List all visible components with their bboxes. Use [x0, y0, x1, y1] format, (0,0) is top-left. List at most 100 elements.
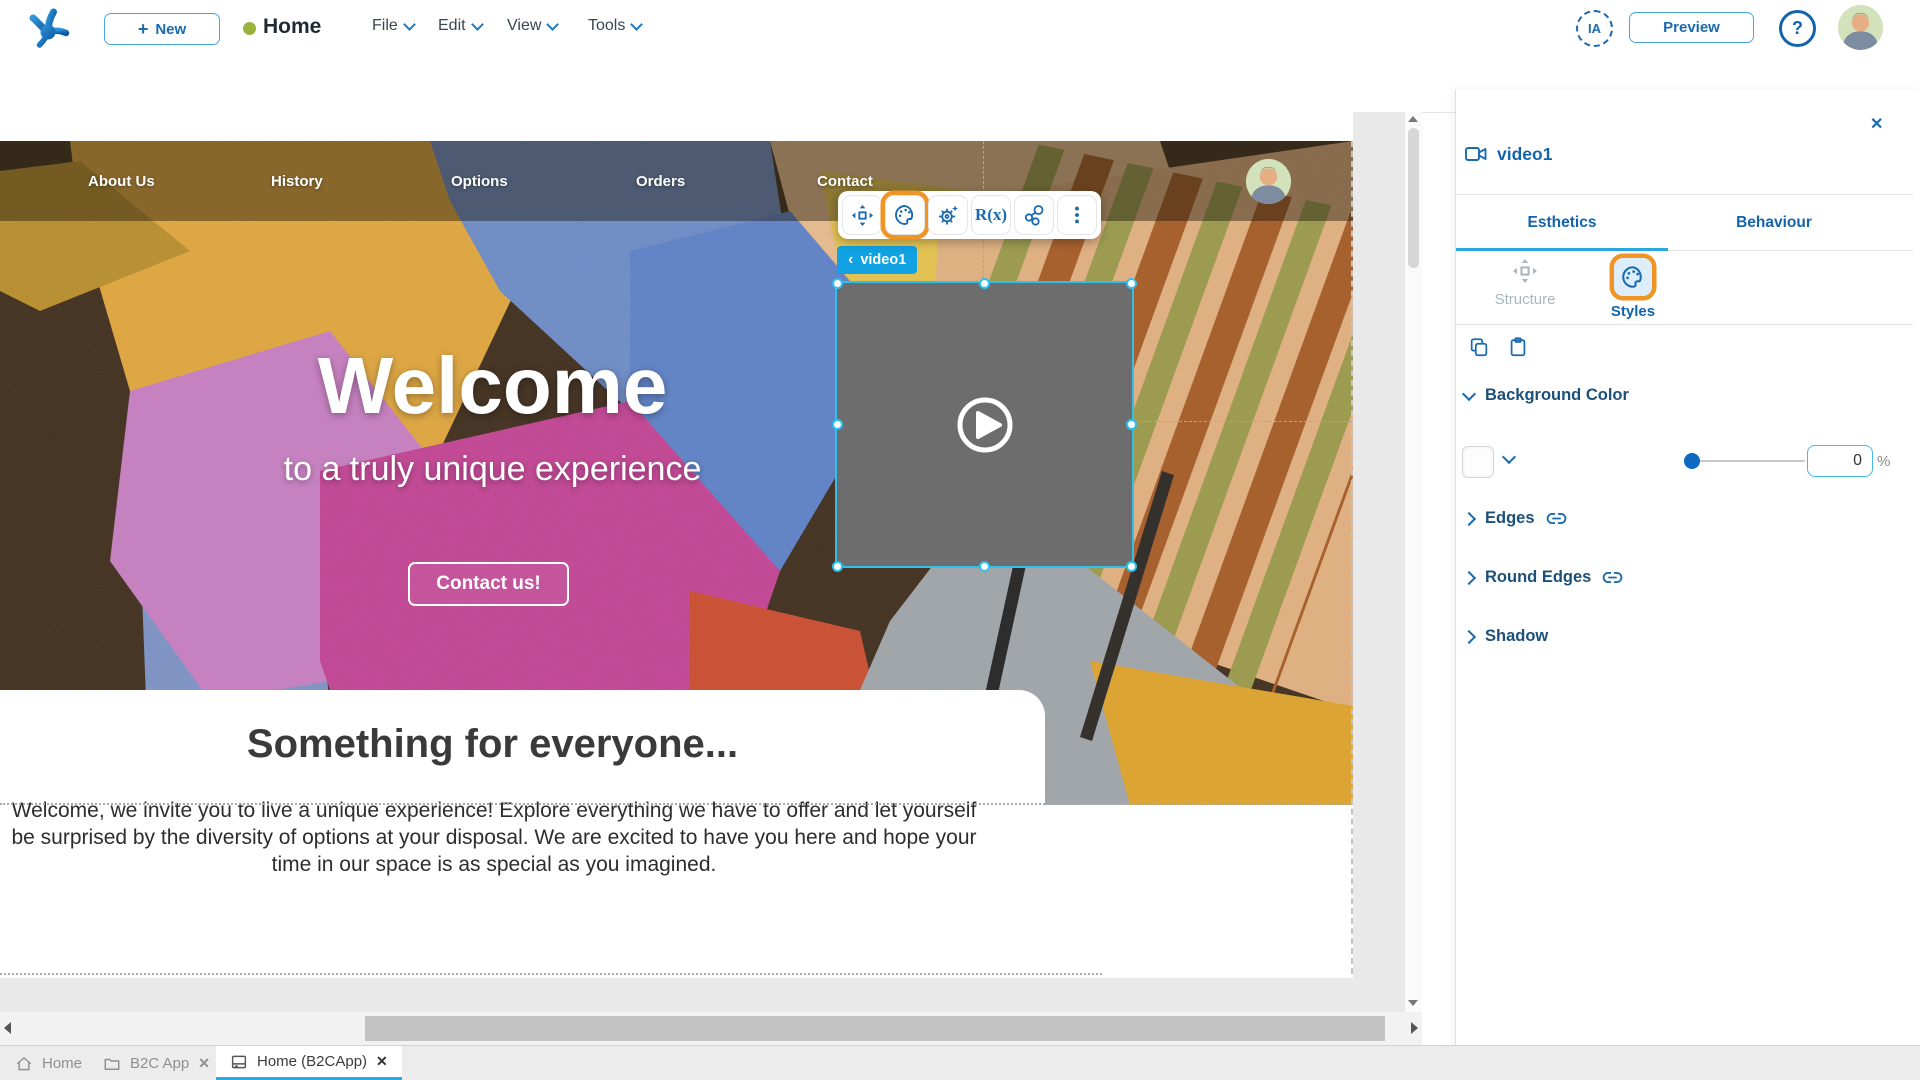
bottom-tab-bar: Home B2C App ✕ Home (B2CApp) ✕ [0, 1045, 1920, 1080]
close-tab-icon[interactable]: ✕ [376, 1053, 388, 1070]
video1-element[interactable] [837, 283, 1132, 566]
formula-element-button[interactable]: R(x) [971, 195, 1011, 235]
nav-link-contact[interactable]: Contact [817, 173, 873, 190]
bottom-tab-label: Home [42, 1055, 82, 1072]
section-shadow[interactable]: Shadow [1464, 627, 1548, 646]
section-round-edges[interactable]: Round Edges [1464, 567, 1623, 588]
section-edges[interactable]: Edges [1464, 508, 1567, 529]
scroll-left-icon[interactable] [4, 1022, 11, 1034]
page-right-dashed-edge [1351, 141, 1353, 974]
bottom-tab-label: B2C App [130, 1055, 189, 1072]
new-button[interactable]: + New [104, 13, 220, 45]
avatar-photo [1838, 5, 1883, 50]
clipboard-actions [1468, 336, 1529, 358]
close-icon[interactable]: ✕ [1870, 114, 1883, 134]
ia-badge-icon[interactable]: IA [1576, 10, 1613, 47]
design-page[interactable]: About Us History Options Orders Contact … [0, 112, 1353, 978]
chevron-down-icon[interactable] [1502, 450, 1516, 464]
menu-file[interactable]: File [372, 17, 414, 35]
styles-pill [1614, 258, 1652, 296]
close-tab-icon[interactable]: ✕ [198, 1055, 210, 1072]
bottom-tab-home-b2capp[interactable]: Home (B2CApp) ✕ [216, 1046, 402, 1080]
tab-behaviour[interactable]: Behaviour [1668, 195, 1880, 250]
video-camera-icon [1464, 142, 1488, 166]
opacity-input[interactable] [1807, 445, 1873, 477]
menu-edit[interactable]: Edit [438, 17, 482, 35]
color-swatch[interactable] [1462, 446, 1494, 478]
properties-panel: ✕ video1 Esthetics Behaviour Structure S… [1455, 90, 1920, 1045]
selection-tag-label: video1 [860, 252, 906, 268]
design-canvas: About Us History Options Orders Contact … [0, 112, 1422, 1045]
video-play-icon[interactable] [953, 393, 1017, 457]
section-title[interactable]: Something for everyone... [0, 722, 985, 767]
connections-element-button[interactable] [1014, 195, 1054, 235]
nav-link-about[interactable]: About Us [88, 173, 155, 190]
nav-link-history[interactable]: History [271, 173, 323, 190]
tab-esthetics[interactable]: Esthetics [1456, 195, 1668, 250]
section-background-color[interactable]: Background Color [1464, 386, 1629, 405]
link-icon[interactable] [1602, 567, 1623, 588]
help-icon[interactable]: ? [1779, 10, 1816, 47]
chevron-right-icon [1462, 511, 1476, 525]
site-nav-avatar[interactable] [1246, 159, 1291, 204]
menu-tools[interactable]: Tools [588, 17, 641, 35]
copy-icon[interactable] [1468, 336, 1490, 358]
styles-element-button[interactable] [885, 195, 925, 235]
section-boundary-dotted [0, 803, 1353, 805]
vertical-scrollbar-thumb[interactable] [1408, 128, 1419, 268]
folder-icon [103, 1055, 121, 1073]
resize-handle-nw[interactable] [832, 278, 843, 289]
menu-view[interactable]: View [507, 17, 557, 35]
nav-link-orders[interactable]: Orders [636, 173, 685, 190]
nav-link-options[interactable]: Options [451, 173, 508, 190]
resize-handle-ne[interactable] [1126, 278, 1137, 289]
doc-name: Home [263, 15, 321, 39]
panel-title: video1 [1497, 144, 1552, 165]
resize-handle-s[interactable] [979, 561, 990, 572]
bottom-tab-b2c-app[interactable]: B2C App ✕ [103, 1046, 210, 1080]
shadow-label: Shadow [1485, 627, 1548, 646]
move-element-button[interactable] [842, 195, 882, 235]
paste-icon[interactable] [1507, 336, 1529, 358]
chevron-down-icon [547, 18, 560, 31]
chevron-down-icon [630, 18, 643, 31]
doc-status-dot [243, 22, 256, 35]
formula-icon: R(x) [975, 205, 1007, 225]
opacity-slider-knob[interactable] [1684, 453, 1700, 469]
top-bar: + New Home File Edit View Tools IA Previ… [0, 0, 1920, 57]
link-icon[interactable] [1546, 508, 1567, 529]
selection-tag[interactable]: ‹ video1 [837, 246, 917, 274]
window-icon [230, 1053, 248, 1071]
alignment-guide-horizontal [1134, 421, 1352, 422]
app-window: + New Home File Edit View Tools IA Previ… [0, 0, 1920, 1080]
subtab-styles[interactable]: Styles [1578, 258, 1688, 320]
move-icon [1512, 258, 1538, 284]
resize-handle-sw[interactable] [832, 561, 843, 572]
resize-handle-e[interactable] [1126, 419, 1137, 430]
opacity-slider-track[interactable] [1689, 460, 1805, 462]
preview-button[interactable]: Preview [1629, 12, 1754, 43]
kebab-icon [1066, 204, 1088, 226]
home-icon [15, 1055, 33, 1073]
resize-handle-w[interactable] [832, 419, 843, 430]
content-end-dotted [0, 973, 1102, 975]
element-toolbar: R(x) [838, 191, 1101, 239]
resize-handle-se[interactable] [1126, 561, 1137, 572]
subtab-structure[interactable]: Structure [1470, 258, 1580, 308]
more-options-button[interactable] [1057, 195, 1097, 235]
app-logo-icon[interactable] [26, 6, 70, 50]
chevron-left-icon: ‹ [848, 252, 853, 268]
round-edges-label: Round Edges [1485, 568, 1591, 587]
section-paragraph[interactable]: Welcome, we invite you to live a unique … [5, 797, 983, 878]
scroll-down-icon[interactable] [1408, 1000, 1418, 1006]
contact-us-button[interactable]: Contact us! [408, 562, 569, 606]
chevron-right-icon [1462, 570, 1476, 584]
resize-handle-n[interactable] [979, 278, 990, 289]
opacity-unit-label: % [1877, 453, 1890, 470]
bottom-tab-home[interactable]: Home [15, 1046, 82, 1080]
horizontal-scrollbar-thumb[interactable] [365, 1016, 1385, 1041]
user-avatar[interactable] [1838, 5, 1883, 50]
scroll-right-icon[interactable] [1411, 1022, 1418, 1034]
scroll-up-icon[interactable] [1408, 116, 1418, 122]
settings-element-button[interactable] [928, 195, 968, 235]
